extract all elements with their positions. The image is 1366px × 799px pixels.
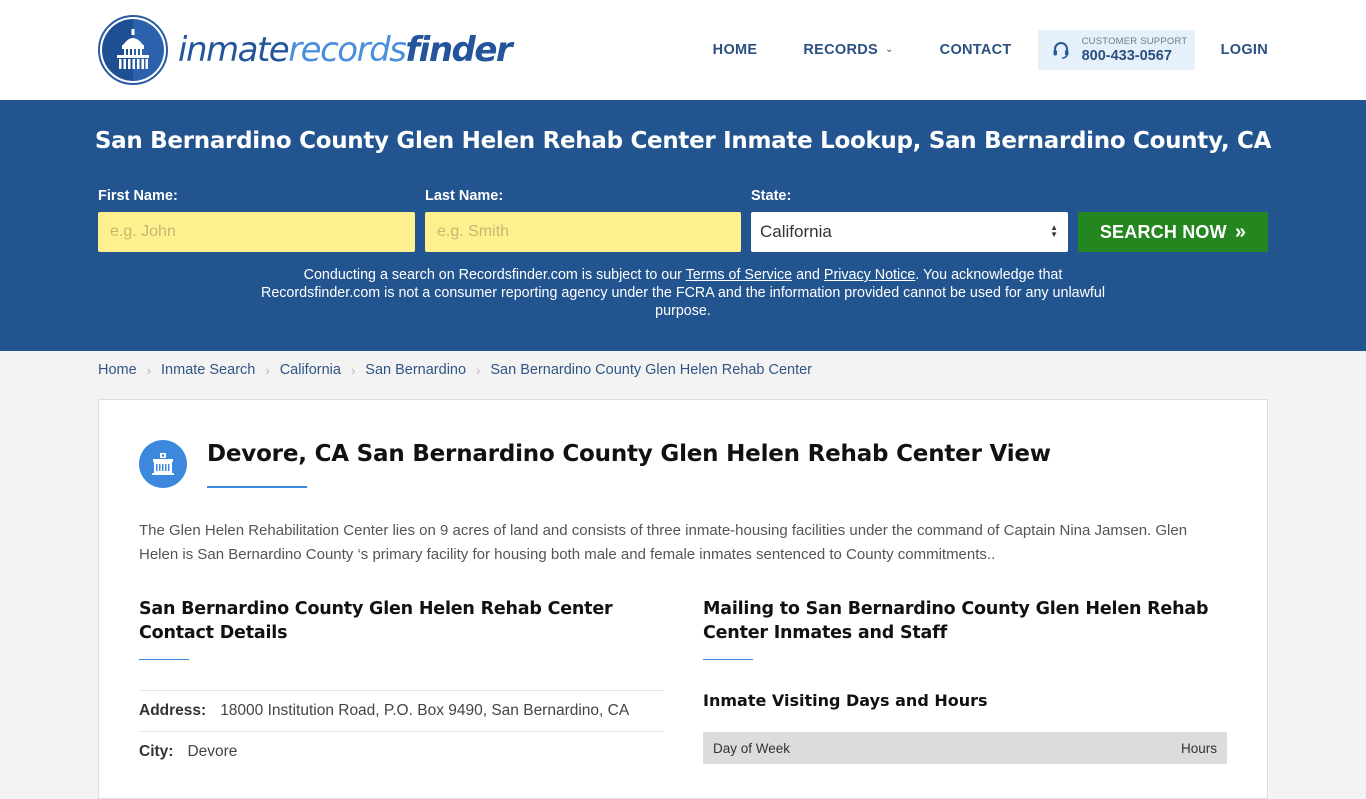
breadcrumb-california[interactable]: California [280,362,341,378]
inmate-search-form: First Name: Last Name: State: California… [98,188,1268,253]
detail-row-city: City: Devore [139,731,664,772]
breadcrumb-current: San Bernardino County Glen Helen Rehab C… [490,362,813,378]
search-now-label: SEARCH NOW [1099,221,1227,242]
detail-value: 18000 Institution Road, P.O. Box 9490, S… [220,702,630,719]
search-disclaimer: Conducting a search on Recordsfinder.com… [0,266,1366,320]
site-logo[interactable]: inmaterecordsfinder [98,15,513,85]
logo-text-finder: finder [405,30,512,70]
breadcrumb-san-bernardino[interactable]: San Bernardino [365,362,466,378]
mailing-section: Mailing to San Bernardino County Glen He… [703,597,1228,764]
nav-contact-link[interactable]: CONTACT [940,42,1012,58]
breadcrumb: Home › Inmate Search › California › San … [0,351,1366,389]
customer-support-box[interactable]: CUSTOMER SUPPORT 800-433-0567 [1037,30,1195,70]
site-header: inmaterecordsfinder HOME RECORDS ⌄ CONTA… [0,0,1366,100]
first-name-input[interactable] [98,212,415,252]
state-select-value: California [760,222,832,241]
state-label: State: [751,188,792,204]
table-header-hours: Hours [1180,740,1217,756]
disclaimer-text: and [792,267,824,283]
nav-records-dropdown[interactable]: RECORDS ⌄ [803,42,893,58]
double-chevron-right-icon: » [1234,220,1247,243]
select-arrows-icon: ▲ ▼ [1050,223,1058,239]
chevron-right-icon: › [265,362,270,378]
contact-details-list: Address: 18000 Institution Road, P.O. Bo… [139,690,664,772]
headset-icon [1053,42,1069,59]
breadcrumb-home[interactable]: Home [98,362,137,378]
section-underline [139,659,189,660]
facility-intro: The Glen Helen Rehabilitation Center lie… [139,522,1188,563]
section-underline [703,659,753,660]
logo-text-inmate: inmate [178,30,290,70]
table-header-day: Day of Week [713,740,791,756]
title-underline [207,486,307,488]
privacy-notice-link[interactable]: Privacy Notice [824,267,915,283]
contact-details-section: San Bernardino County Glen Helen Rehab C… [139,597,664,772]
page-title: Devore, CA San Bernardino County Glen He… [207,441,1051,467]
last-name-input[interactable] [425,212,741,252]
search-now-button[interactable]: SEARCH NOW » [1078,212,1268,252]
terms-of-service-link[interactable]: Terms of Service [686,267,792,283]
contact-details-title: San Bernardino County Glen Helen Rehab C… [139,599,613,643]
hero-title: San Bernardino County Glen Helen Rehab C… [94,128,1272,154]
visiting-hours-title: Inmate Visiting Days and Hours [703,691,988,710]
detail-row-address: Address: 18000 Institution Road, P.O. Bo… [139,690,664,731]
logo-text-records: records [288,30,407,70]
support-label: CUSTOMER SUPPORT [1081,35,1188,47]
search-hero: San Bernardino County Glen Helen Rehab C… [0,100,1366,351]
detail-key: Address: [139,702,207,719]
visiting-hours-table-header: Day of Week Hours [703,732,1227,764]
chevron-right-icon: › [476,362,481,378]
chevron-down-icon: ⌄ [884,43,894,55]
capitol-logo-icon [98,15,168,85]
nav-records-label: RECORDS [803,42,878,58]
main-nav: HOME RECORDS ⌄ CONTACT CUSTOMER SUPPORT … [713,30,1268,70]
breadcrumb-inmate-search[interactable]: Inmate Search [161,362,255,378]
disclaimer-text: Conducting a search on Recordsfinder.com… [303,267,686,283]
facility-card: Devore, CA San Bernardino County Glen He… [98,399,1268,799]
jail-building-icon [139,440,187,488]
chevron-right-icon: › [146,362,152,378]
chevron-right-icon: › [350,362,356,378]
logo-wordmark: inmaterecordsfinder [178,30,513,70]
detail-key: City: [139,743,174,760]
state-select[interactable]: California ▲ ▼ [751,212,1068,252]
first-name-label: First Name: [98,188,178,204]
last-name-label: Last Name: [425,188,504,204]
mailing-title: Mailing to San Bernardino County Glen He… [703,599,1209,643]
nav-login-link[interactable]: LOGIN [1221,42,1268,58]
detail-value: Devore [187,743,238,760]
nav-home-link[interactable]: HOME [713,42,758,58]
support-phone[interactable]: 800-433-0567 [1082,49,1188,64]
